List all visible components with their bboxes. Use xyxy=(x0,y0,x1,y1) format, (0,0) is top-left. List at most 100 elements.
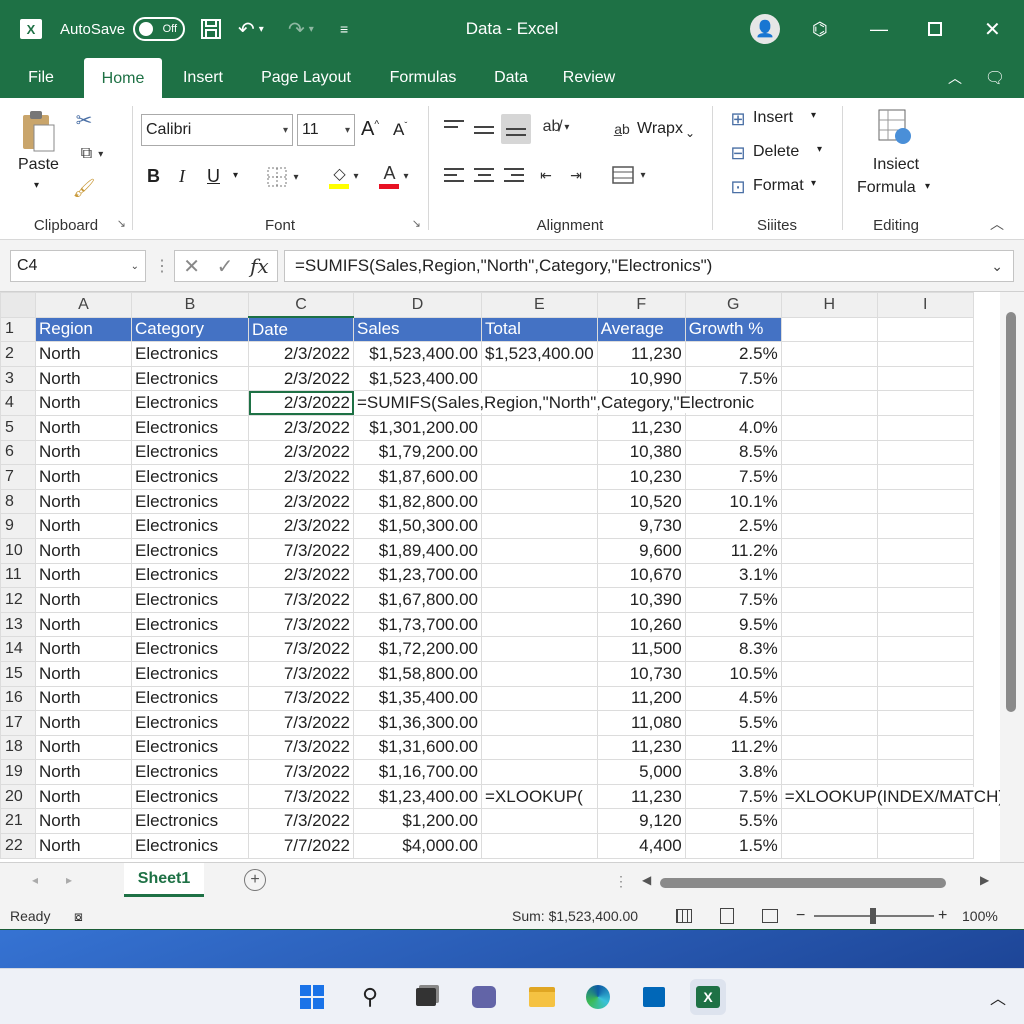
redo-icon[interactable]: ↷ ▾ xyxy=(288,0,314,58)
cell-i13[interactable] xyxy=(876,611,974,638)
cell-a21[interactable]: North xyxy=(35,808,132,835)
search-icon[interactable]: ⚲ xyxy=(352,979,388,1015)
cell-a13[interactable]: North xyxy=(35,611,132,638)
cell-f21[interactable]: 9,120 xyxy=(596,808,686,835)
cell-e3[interactable] xyxy=(481,365,598,392)
cell-e14[interactable] xyxy=(481,636,598,662)
cell-f7[interactable]: 10,230 xyxy=(596,464,686,490)
cell-a14[interactable]: North xyxy=(35,636,132,662)
row-header[interactable]: 16 xyxy=(0,685,36,712)
cell-b7[interactable]: Electronics xyxy=(131,464,249,490)
cell-b20[interactable]: Electronics xyxy=(131,783,249,810)
cell-a7[interactable]: North xyxy=(35,464,132,490)
cell-i21[interactable] xyxy=(876,808,974,835)
cell-d21[interactable]: $1,200.00 xyxy=(353,808,482,835)
cell-d18[interactable]: $1,31,600.00 xyxy=(353,734,482,761)
cell-d4[interactable]: =SUMIFS(Sales,Region,"North",Category,"E… xyxy=(353,390,755,416)
cell-g15[interactable]: 10.5% xyxy=(684,660,782,687)
cell-c14[interactable]: 7/3/2022 xyxy=(248,636,354,662)
delete-cells-label[interactable]: Delete xyxy=(753,143,799,161)
cell-d22[interactable]: $4,000.00 xyxy=(353,833,482,859)
column-header-h[interactable]: H xyxy=(780,292,878,318)
cell-g2[interactable]: 2.5% xyxy=(684,341,782,367)
cell-f8[interactable]: 10,520 xyxy=(596,488,686,515)
borders-icon[interactable]: ▾ xyxy=(263,164,303,190)
underline-dropdown-icon[interactable]: ▾ xyxy=(233,170,238,181)
tab-file[interactable]: File xyxy=(14,58,68,98)
cell-i12[interactable] xyxy=(876,587,974,613)
select-all-corner[interactable] xyxy=(0,292,36,318)
cell-h17[interactable] xyxy=(780,710,878,736)
cell-d16[interactable]: $1,35,400.00 xyxy=(353,685,482,712)
cell-g6[interactable]: 8.5% xyxy=(684,439,782,466)
cell-d12[interactable]: $1,67,800.00 xyxy=(353,587,482,613)
row-header[interactable]: 15 xyxy=(0,660,36,687)
cell-g10[interactable]: 11.2% xyxy=(684,537,782,564)
cell-i5[interactable] xyxy=(876,414,974,441)
cell-a8[interactable]: North xyxy=(35,488,132,515)
cell-b5[interactable]: Electronics xyxy=(131,414,249,441)
cell-f20[interactable]: 11,230 xyxy=(596,783,686,810)
cell-a18[interactable]: North xyxy=(35,734,132,761)
cell-b3[interactable]: Electronics xyxy=(131,365,249,392)
cell-e12[interactable] xyxy=(481,587,598,613)
insert-cells-icon[interactable]: ⊞ xyxy=(727,108,749,130)
cell-d1[interactable]: Sales xyxy=(353,316,482,343)
row-header[interactable]: 3 xyxy=(0,365,36,392)
cell-a5[interactable]: North xyxy=(35,414,132,441)
cell-c21[interactable]: 7/3/2022 xyxy=(248,808,354,835)
cell-e19[interactable] xyxy=(481,759,598,785)
format-cells-icon[interactable]: ⊡ xyxy=(727,176,749,198)
cell-i14[interactable] xyxy=(876,636,974,662)
cell-e9[interactable] xyxy=(481,513,598,539)
formula-input[interactable]: =SUMIFS(Sales,Region,"North",Category,"E… xyxy=(284,250,1014,282)
column-header-c[interactable]: C xyxy=(248,292,354,319)
cell-f5[interactable]: 11,230 xyxy=(596,414,686,441)
row-header[interactable]: 4 xyxy=(0,390,36,416)
cell-d15[interactable]: $1,58,800.00 xyxy=(353,660,482,687)
insert-cells-label[interactable]: Insert xyxy=(753,109,793,127)
cell-h16[interactable] xyxy=(780,685,878,712)
cell-g21[interactable]: 5.5% xyxy=(684,808,782,835)
vertical-scrollbar[interactable] xyxy=(1000,292,1024,862)
cell-e21[interactable] xyxy=(481,808,598,835)
vertical-scroll-thumb[interactable] xyxy=(1006,312,1016,712)
cell-g20[interactable]: 7.5% xyxy=(684,783,782,810)
cell-a11[interactable]: North xyxy=(35,562,132,589)
cell-d14[interactable]: $1,72,200.00 xyxy=(353,636,482,662)
undo-icon[interactable]: ↶ ▾ xyxy=(238,0,264,58)
cell-d2[interactable]: $1,523,400.00 xyxy=(353,341,482,367)
wrap-dropdown-icon[interactable]: ⌄ xyxy=(685,126,695,140)
cell-c17[interactable]: 7/3/2022 xyxy=(248,710,354,736)
teams-icon[interactable] xyxy=(466,979,502,1015)
cell-h9[interactable] xyxy=(780,513,878,539)
tab-home[interactable]: Home xyxy=(84,58,162,100)
horizontal-scroll-thumb[interactable] xyxy=(660,878,946,888)
cell-i7[interactable] xyxy=(876,464,974,490)
cell-h22[interactable] xyxy=(780,833,878,859)
font-name-select[interactable]: Calibri ▾ xyxy=(141,114,293,146)
cell-b19[interactable]: Electronics xyxy=(131,759,249,785)
cell-c3[interactable]: 2/3/2022 xyxy=(248,365,354,392)
cell-b8[interactable]: Electronics xyxy=(131,488,249,515)
cell-g9[interactable]: 2.5% xyxy=(684,513,782,539)
row-header[interactable]: 11 xyxy=(0,562,36,589)
cell-i6[interactable] xyxy=(876,439,974,466)
cell-c18[interactable]: 7/3/2022 xyxy=(248,734,354,761)
cell-c9[interactable]: 2/3/2022 xyxy=(248,513,354,539)
cell-c1[interactable]: Date xyxy=(248,316,354,343)
cell-d19[interactable]: $1,16,700.00 xyxy=(353,759,482,785)
scroll-left-icon[interactable]: ◀ xyxy=(642,873,651,887)
scroll-right-icon[interactable]: ▶ xyxy=(980,873,989,887)
scroll-sheets-right-icon[interactable]: ▸ xyxy=(66,873,72,887)
cell-a2[interactable]: North xyxy=(35,341,132,367)
paste-icon[interactable] xyxy=(18,108,60,154)
column-header-e[interactable]: E xyxy=(481,292,598,318)
cell-c15[interactable]: 7/3/2022 xyxy=(248,660,354,687)
cell-d11[interactable]: $1,23,700.00 xyxy=(353,562,482,589)
cell-i10[interactable] xyxy=(876,537,974,564)
cell-h19[interactable] xyxy=(780,759,878,785)
cell-d20[interactable]: $1,23,400.00 xyxy=(353,783,482,810)
start-icon[interactable] xyxy=(294,979,330,1015)
align-bottom-icon[interactable] xyxy=(501,114,531,144)
